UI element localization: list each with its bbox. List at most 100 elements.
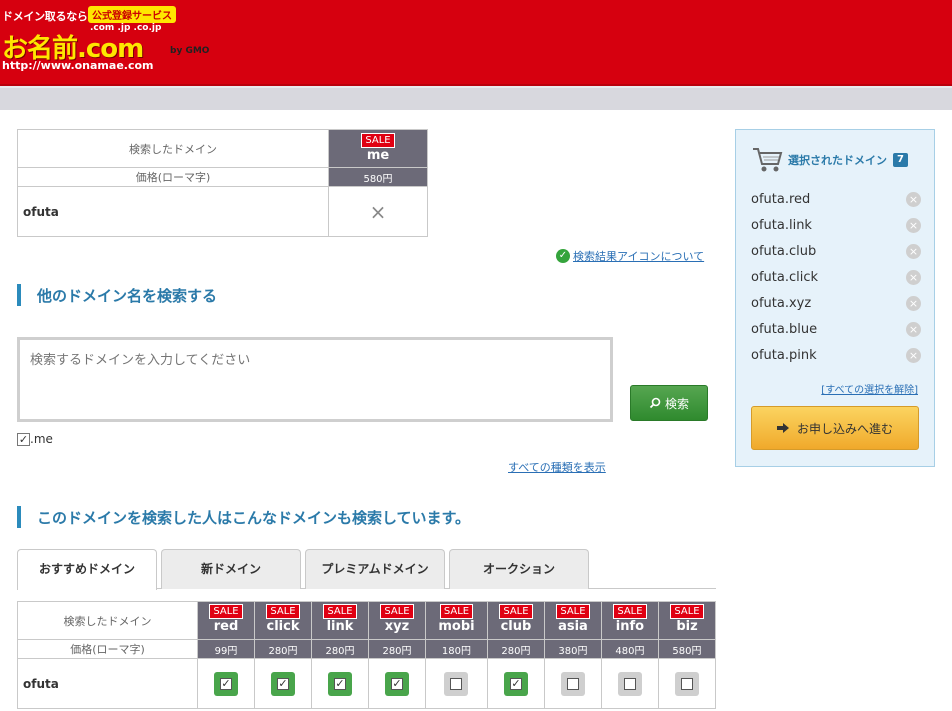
tld-cell-asia [543,658,602,709]
icon-help-link[interactable]: 検索結果アイコンについて [573,248,704,264]
select-asia-checkbox[interactable] [560,671,585,696]
selected-domain-item: ofuta.click × [751,264,921,290]
tld-header-me: SALE me [328,129,428,168]
remove-icon[interactable]: × [906,243,921,259]
tld-name: asia [558,619,588,634]
apply-button[interactable]: お申し込みへ進む [751,406,919,450]
remove-icon[interactable]: × [906,269,921,285]
remove-icon[interactable]: × [906,295,921,311]
search-button-label: 検索 [664,396,689,411]
tld-cell-link: ✓ [311,658,369,709]
remove-icon[interactable]: × [906,321,921,337]
selected-count-badge: 7 [893,153,908,167]
tld-header-club: SALE club [486,601,545,640]
tab-recommended[interactable]: おすすめドメイン [17,549,157,590]
tld-me-label: .me [30,432,53,446]
tld-name: mobi [438,619,475,634]
tld-cell-mobi [425,658,488,709]
selected-domain-item: ofuta.club × [751,238,921,264]
search-button[interactable]: 検索 [630,385,708,421]
tld-price: 580円 [328,167,428,187]
select-click-checkbox[interactable]: ✓ [271,671,295,696]
tld-name: me [366,148,390,163]
main-content: 検索したドメイン SALE me 価格(ローマ字) 580円 ofuta × ✓… [0,110,952,711]
tld-header-info: SALE info [600,601,659,640]
tab-new-domains[interactable]: 新ドメイン [161,549,301,589]
tab-auction[interactable]: オークション [449,549,589,589]
checkbox-empty-icon [450,677,463,690]
remove-icon[interactable]: × [906,217,921,233]
tld-header-click: SALE click [254,601,312,640]
select-red-checkbox[interactable]: ✓ [214,671,238,696]
tab-premium[interactable]: プレミアムドメイン [305,549,445,589]
selected-domain-item: ofuta.red × [751,186,921,212]
checkbox-checked-icon: ✓ [220,676,232,690]
related-section-title: このドメインを検索した人はこんなドメインも検索しています。 [17,506,470,528]
checkbox-checked-icon[interactable]: ✓ [17,432,30,446]
title-bar [17,506,21,528]
searched-name: ofuta [17,186,329,237]
tld-header-red: SALE red [197,601,255,640]
selected-domain-name: ofuta.red [751,191,811,207]
selected-domain-item: ofuta.link × [751,212,921,238]
selected-domains-title: 選択されたドメイン [788,154,887,167]
checkbox-checked-icon: ✓ [277,676,289,690]
tld-name: info [615,619,645,634]
select-info-checkbox[interactable] [617,671,642,696]
select-club-checkbox[interactable]: ✓ [503,671,528,696]
sale-badge: SALE [670,604,704,619]
selected-domain-name: ofuta.click [751,269,819,285]
cart-icon [753,148,783,172]
apply-button-label: お申し込みへ進む [796,421,893,436]
sale-badge: SALE [439,604,474,619]
remove-icon[interactable]: × [906,191,921,207]
selected-domain-name: ofuta.pink [751,347,817,363]
label-searched-domain: 検索したドメイン [17,601,198,640]
sale-badge: SALE [380,604,414,619]
onamae-logo[interactable]: ドメイン取るなら 公式登録サービス .com .jp .co.jp お名前.co… [2,6,222,72]
tld-cell-info [600,658,659,709]
unavailable-icon: × [328,186,428,237]
remove-icon[interactable]: × [906,347,921,363]
logo-badge: 公式登録サービス [88,6,176,23]
selected-domain-list: ofuta.red × ofuta.link × ofuta.club × ofuta.cl… [751,186,921,368]
search-section-heading: 他のドメイン名を検索する [37,286,218,305]
tld-name: click [266,619,300,634]
checkbox-checked-icon: ✓ [509,676,522,690]
tld-cell-click: ✓ [254,658,312,709]
related-section-heading: このドメインを検索した人はこんなドメインも検索しています。 [37,508,471,527]
select-mobi-checkbox[interactable] [444,671,469,696]
related-domain-grid: 検索したドメイン SALE red SALE click SALE link SALE xyz… [17,601,717,709]
tld-cell-xyz: ✓ [368,658,426,709]
tld-header-link: SALE link [311,601,369,640]
tld-name: biz [676,619,698,634]
selected-domain-item: ofuta.blue × [751,316,921,342]
tld-price-club: 280円 [486,639,545,659]
select-link-checkbox[interactable]: ✓ [328,671,352,696]
header-band [0,88,952,110]
sale-badge: SALE [613,604,647,619]
tld-header-mobi: SALE mobi [425,601,488,640]
clear-all-link[interactable]: [すべての選択を解除] [821,381,918,396]
logo-by-gmo: by GMO [170,46,210,56]
selected-domain-name: ofuta.link [751,217,812,233]
sale-badge: SALE [361,133,395,148]
tld-price-mobi: 180円 [425,639,488,659]
domain-tabs: おすすめドメイン 新ドメイン プレミアムドメイン オークション [17,549,716,590]
select-xyz-checkbox[interactable]: ✓ [385,671,409,696]
label-price: 価格(ローマ字) [17,167,329,187]
sale-badge: SALE [556,604,590,619]
sale-badge: SALE [499,604,533,619]
icon-help[interactable]: ✓ 検索結果アイコンについて [556,248,704,264]
domain-search-input[interactable] [17,337,613,422]
tld-price-xyz: 280円 [368,639,426,659]
site-header: ドメイン取るなら 公式登録サービス .com .jp .co.jp お名前.co… [0,0,952,86]
show-all-types-link[interactable]: すべての種類を表示 [508,459,606,475]
checkbox-empty-icon [623,677,636,690]
selected-domain-name: ofuta.xyz [751,295,812,311]
tld-name: club [500,619,532,634]
label-searched-domain: 検索したドメイン [17,129,329,168]
tld-me-checkbox[interactable]: ✓ .me [17,432,53,446]
select-biz-checkbox[interactable] [674,671,699,696]
selected-domain-item: ofuta.pink × [751,342,921,368]
